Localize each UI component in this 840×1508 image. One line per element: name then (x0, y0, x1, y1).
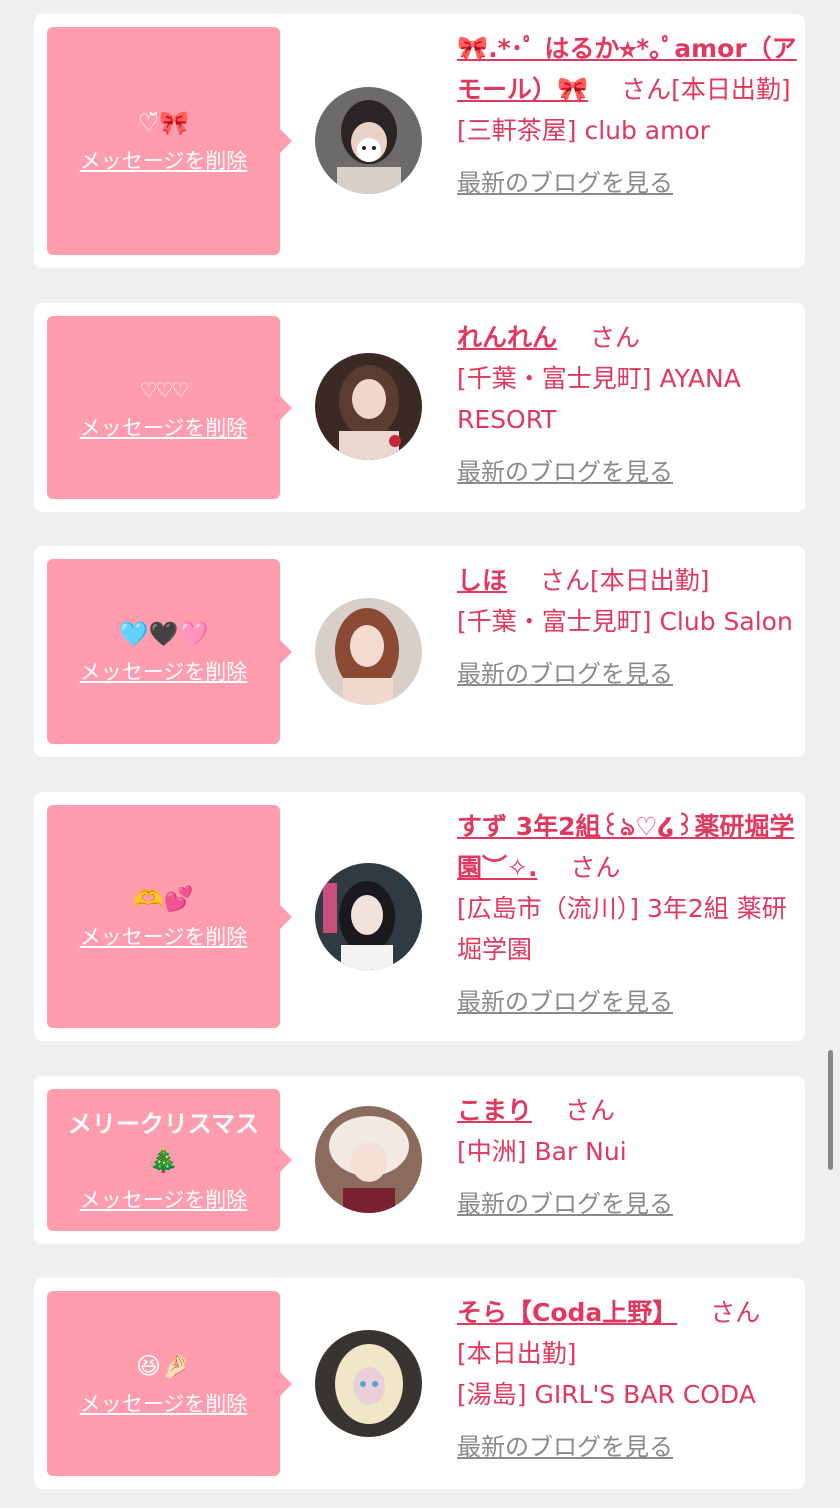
shop-name: [広島市（流川）] 3年2組 薬研堀学園 (457, 894, 787, 964)
latest-blog-link[interactable]: 最新のブログを見る (457, 982, 802, 1023)
message-text: メリークリスマス🎄 (67, 1110, 260, 1174)
latest-blog-link[interactable]: 最新のブログを見る (457, 1184, 802, 1225)
status-text: [本日出勤] (457, 1339, 577, 1368)
honorific: さん (564, 1096, 615, 1125)
honorific: さん (539, 566, 590, 595)
shop-name: [三軒茶屋] club amor (457, 116, 711, 145)
cast-info: しほ さん[本日出勤] [千葉・富士見町] Club Salon 最新のブログを… (457, 560, 802, 695)
cast-info: そら【Coda上野】 さん [本日出勤] [湯島] GIRL'S BAR COD… (457, 1292, 802, 1468)
message-text: ♡̆̈🎀 (137, 109, 190, 137)
scrollbar[interactable] (828, 1050, 833, 1170)
honorific: さん (570, 853, 621, 882)
avatar[interactable] (315, 87, 422, 194)
shop-name: [中洲] Bar Nui (457, 1137, 627, 1166)
message-bubble: 🩵🖤🩷 メッセージを削除 (47, 559, 280, 744)
latest-blog-link[interactable]: 最新のブログを見る (457, 163, 802, 204)
message-bubble: 🫶💕 メッセージを削除 (47, 805, 280, 1028)
message-card: ♡̆̈🎀 メッセージを削除 🎀.*･ﾟ はるか⭐︎*｡ﾟamor（アモール）🎀 … (34, 14, 805, 268)
message-bubble: ♡♡♡ メッセージを削除 (47, 316, 280, 499)
latest-blog-link[interactable]: 最新のブログを見る (457, 452, 802, 493)
cast-name-link[interactable]: こまり (457, 1096, 532, 1125)
delete-message-link[interactable]: メッセージを削除 (80, 921, 248, 951)
message-text: 😆🤌🏻 (136, 1351, 191, 1380)
delete-message-link[interactable]: メッセージを削除 (80, 656, 248, 686)
status-text: [本日出勤] (590, 566, 710, 595)
message-bubble: メリークリスマス🎄 メッセージを削除 (47, 1089, 280, 1231)
honorific: さん (621, 75, 672, 104)
delete-message-link[interactable]: メッセージを削除 (80, 145, 248, 175)
message-bubble: 😆🤌🏻 メッセージを削除 (47, 1291, 280, 1476)
message-card: ♡♡♡ メッセージを削除 れんれん さん [千葉・富士見町] AYANA RES… (34, 303, 805, 512)
avatar[interactable] (315, 598, 422, 705)
delete-message-link[interactable]: メッセージを削除 (80, 1388, 248, 1418)
cast-name-link[interactable]: れんれん (457, 323, 557, 352)
cast-info: れんれん さん [千葉・富士見町] AYANA RESORT 最新のブログを見る (457, 317, 802, 493)
message-text: 🩵🖤🩷 (118, 619, 209, 648)
cast-info: すず 3年2組꒰ঌ♡໒꒱薬研堀学園︶✧. さん [広島市（流川）] 3年2組 薬… (457, 806, 802, 1023)
avatar[interactable] (315, 353, 422, 460)
message-card: 😆🤌🏻 メッセージを削除 そら【Coda上野】 さん [本日出勤] [湯島] G… (34, 1278, 805, 1489)
delete-message-link[interactable]: メッセージを削除 (80, 1184, 248, 1214)
message-card: 🩵🖤🩷 メッセージを削除 しほ さん[本日出勤] [千葉・富士見町] Club … (34, 546, 805, 757)
status-text: [本日出勤] (671, 75, 791, 104)
message-text: 🫶💕 (133, 884, 194, 913)
shop-name: [千葉・富士見町] Club Salon (457, 607, 793, 636)
message-text: ♡♡♡ (139, 377, 190, 402)
cast-info: 🎀.*･ﾟ はるか⭐︎*｡ﾟamor（アモール）🎀 さん[本日出勤] [三軒茶屋… (457, 28, 802, 204)
cast-name-link[interactable]: そら【Coda上野】 (457, 1298, 677, 1327)
cast-name-link[interactable]: しほ (457, 566, 507, 595)
avatar[interactable] (315, 1106, 422, 1213)
message-card: メリークリスマス🎄 メッセージを削除 こまり さん [中洲] Bar Nui 最… (34, 1076, 805, 1244)
honorific: さん (589, 323, 640, 352)
latest-blog-link[interactable]: 最新のブログを見る (457, 1427, 802, 1468)
avatar[interactable] (315, 863, 422, 970)
shop-name: [湯島] GIRL'S BAR CODA (457, 1380, 756, 1409)
delete-message-link[interactable]: メッセージを削除 (80, 412, 248, 442)
message-card: 🫶💕 メッセージを削除 すず 3年2組꒰ঌ♡໒꒱薬研堀学園︶✧. さん [広島市… (34, 792, 805, 1041)
avatar[interactable] (315, 1330, 422, 1437)
honorific: さん (710, 1298, 761, 1327)
cast-info: こまり さん [中洲] Bar Nui 最新のブログを見る (457, 1090, 802, 1225)
shop-name: [千葉・富士見町] AYANA RESORT (457, 364, 741, 434)
message-bubble: ♡̆̈🎀 メッセージを削除 (47, 27, 280, 255)
latest-blog-link[interactable]: 最新のブログを見る (457, 654, 802, 695)
cast-name-link[interactable]: すず 3年2組꒰ঌ♡໒꒱薬研堀学園︶✧. (457, 812, 794, 882)
